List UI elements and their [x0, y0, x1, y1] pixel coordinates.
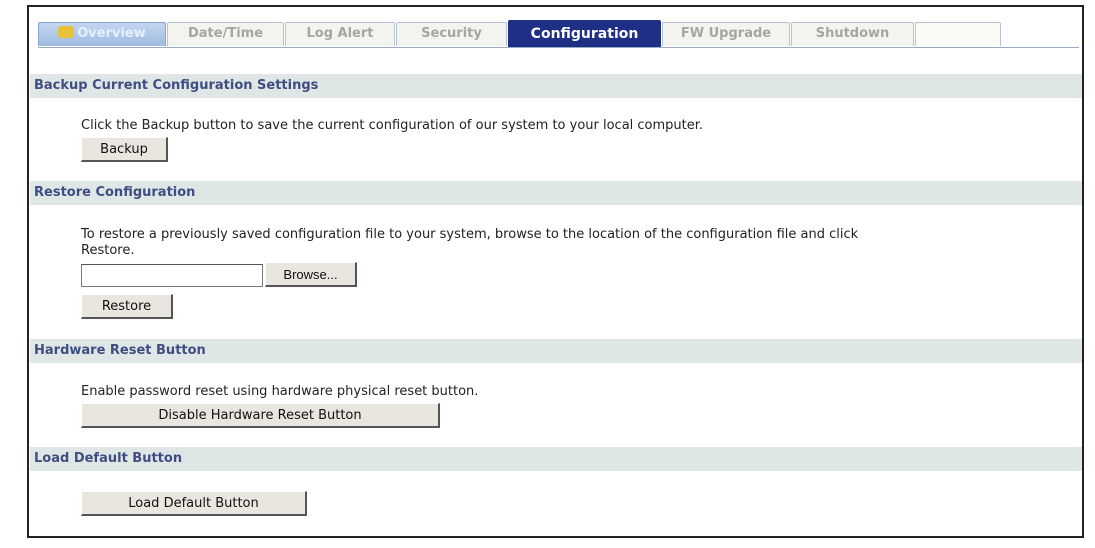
- tab-label: Security: [421, 26, 482, 41]
- section-title: Load Default Button: [34, 451, 183, 466]
- backup-button[interactable]: Backup: [81, 137, 168, 162]
- section-title: Hardware Reset Button: [34, 343, 206, 358]
- section-title: Backup Current Configuration Settings: [34, 78, 319, 93]
- disable-hardware-reset-button[interactable]: Disable Hardware Reset Button: [81, 403, 440, 428]
- restore-button[interactable]: Restore: [81, 294, 173, 319]
- tab-configuration[interactable]: Configuration: [508, 20, 661, 47]
- restore-section-header: Restore Configuration: [30, 181, 1082, 205]
- tab-bar: Overview Date/Time Log Alert Security Co…: [38, 17, 1079, 48]
- backup-section-header: Backup Current Configuration Settings: [30, 74, 1082, 98]
- browse-button[interactable]: Browse...: [265, 262, 357, 287]
- chat-bubble-icon: [58, 26, 75, 39]
- tab-date-time[interactable]: Date/Time: [167, 22, 284, 46]
- restore-description-line2: Restore.: [81, 243, 135, 258]
- tab-security[interactable]: Security: [396, 22, 507, 46]
- tab-label: Date/Time: [187, 26, 264, 41]
- load-default-button[interactable]: Load Default Button: [81, 491, 307, 516]
- tab-label: Shutdown: [815, 26, 890, 41]
- backup-description: Click the Backup button to save the curr…: [81, 118, 704, 133]
- restore-description-line1: To restore a previously saved configurat…: [81, 227, 859, 242]
- tab-spacer: [915, 22, 1001, 46]
- load-default-section-header: Load Default Button: [30, 447, 1082, 471]
- hardware-reset-section-header: Hardware Reset Button: [30, 339, 1082, 363]
- tab-label: Configuration: [530, 26, 639, 42]
- tab-overview[interactable]: Overview: [38, 22, 166, 46]
- tab-label: Overview: [77, 26, 146, 41]
- restore-file-input[interactable]: [81, 264, 263, 287]
- tab-fw-upgrade[interactable]: FW Upgrade: [662, 22, 790, 46]
- tab-log-alert[interactable]: Log Alert: [285, 22, 395, 46]
- section-title: Restore Configuration: [34, 185, 196, 200]
- tab-label: FW Upgrade: [680, 26, 772, 41]
- tab-label: Log Alert: [306, 26, 374, 41]
- hardware-reset-description: Enable password reset using hardware phy…: [81, 384, 479, 399]
- tab-shutdown[interactable]: Shutdown: [791, 22, 914, 46]
